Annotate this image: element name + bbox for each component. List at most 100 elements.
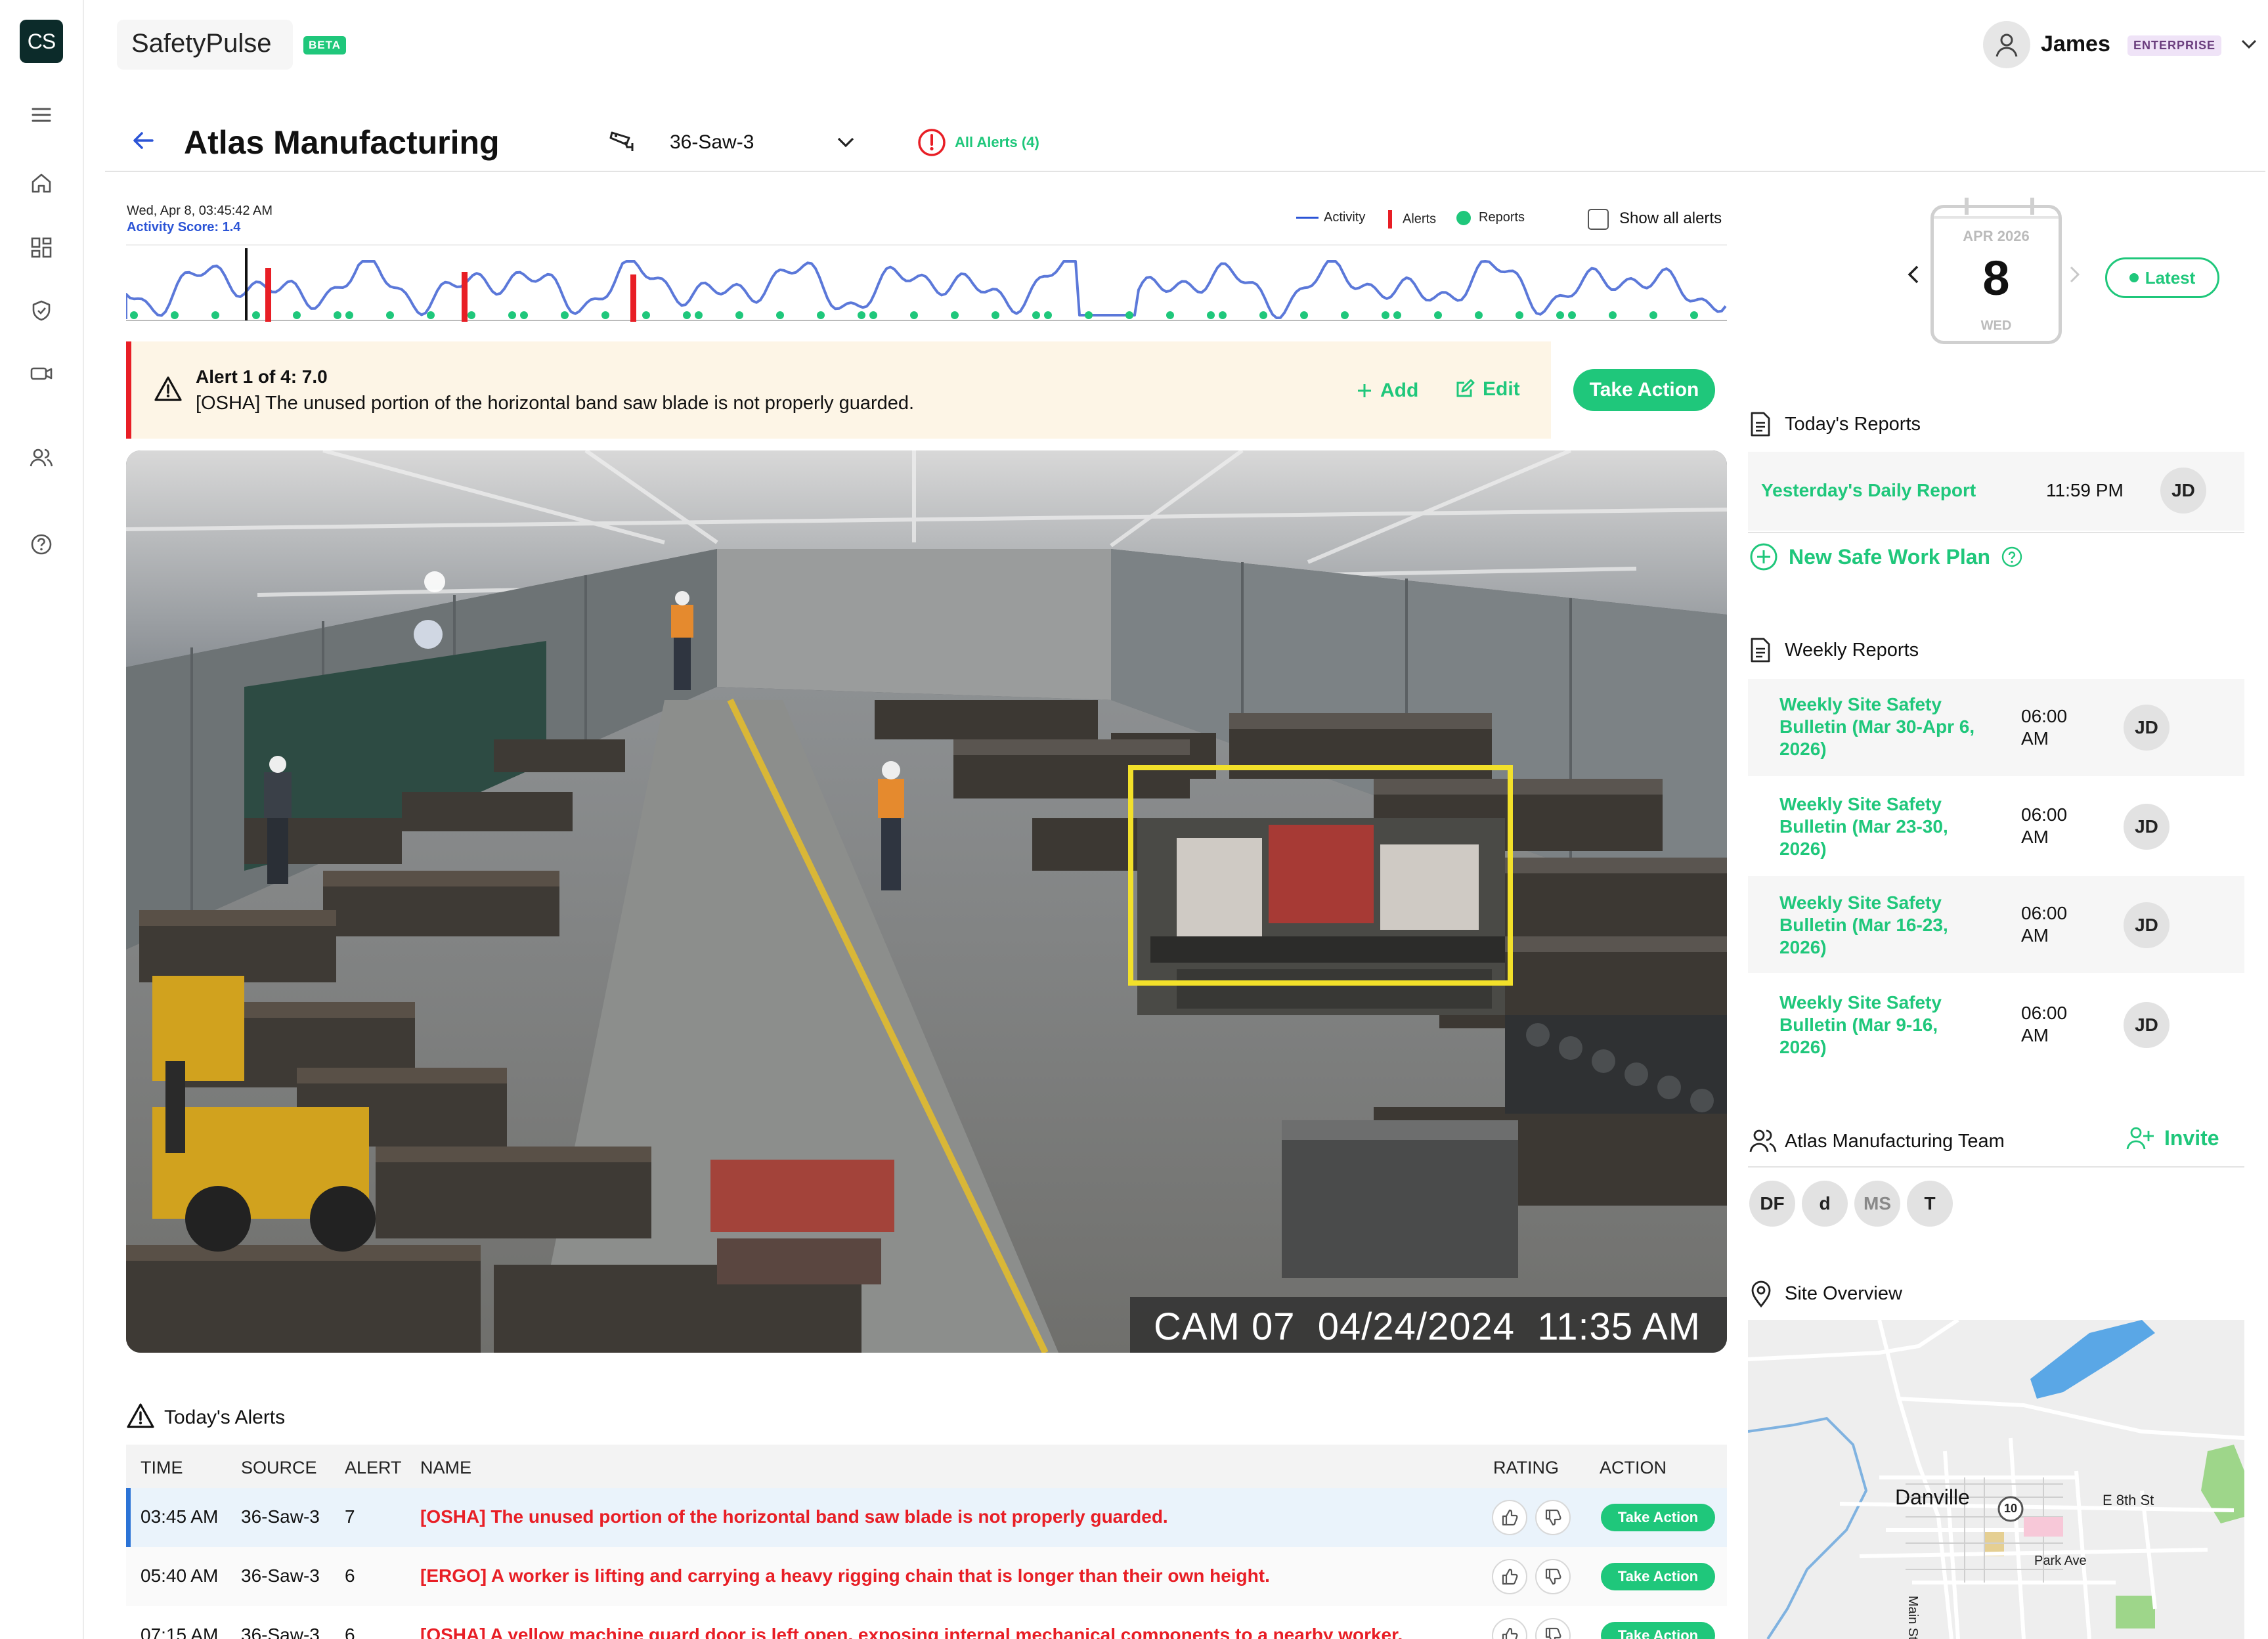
legend-reports-label: Reports	[1479, 210, 1525, 225]
new-safe-work-plan-button[interactable]: New Safe Work Plan	[1749, 542, 2023, 571]
timeline-alert-mark	[462, 272, 468, 322]
timeline-report-dot	[508, 311, 516, 319]
author-avatar[interactable]: JD	[2124, 1002, 2170, 1048]
row-source: 36-Saw-3	[241, 1565, 320, 1586]
document-icon	[1749, 411, 1772, 437]
alert-banner-title: Alert 1 of 4: 7.0	[196, 366, 328, 387]
help-icon[interactable]	[2001, 546, 2023, 568]
report-link[interactable]: Weekly Site Safety Bulletin (Mar 30-Apr 6…	[1779, 693, 1974, 760]
col-source[interactable]: SOURCE	[241, 1458, 317, 1478]
report-row[interactable]: Yesterday's Daily Report 11:59 PM JD	[1748, 452, 2244, 531]
timeline-report-dot	[171, 311, 179, 319]
author-avatar[interactable]: JD	[2124, 902, 2170, 948]
report-link[interactable]: Yesterday's Daily Report	[1761, 479, 1976, 502]
user-avatar[interactable]	[1983, 21, 2030, 68]
thumbs-up-icon[interactable]	[1492, 1500, 1527, 1535]
map-street-label: Main St	[1906, 1596, 1920, 1639]
show-all-alerts-label[interactable]: Show all alerts	[1619, 209, 1722, 228]
thumbs-down-icon[interactable]	[1535, 1618, 1571, 1639]
timeline-report-dot	[817, 311, 825, 319]
table-row[interactable]: 05:40 AM 36-Saw-3 6 [ERGO] A worker is l…	[126, 1547, 1727, 1606]
report-row[interactable]: Weekly Site Safety Bulletin (Mar 30-Apr 6…	[1748, 679, 2244, 776]
camera-select-value[interactable]: 36-Saw-3	[670, 131, 754, 154]
team-member-avatar[interactable]: T	[1907, 1181, 1953, 1227]
brand-name[interactable]: SafetyPulse	[131, 29, 271, 58]
add-note-button[interactable]: Add	[1355, 380, 1418, 402]
row-source: 36-Saw-3	[241, 1506, 320, 1527]
user-name[interactable]: James	[2041, 32, 2110, 57]
menu-icon[interactable]	[25, 98, 58, 131]
map-graphic	[1748, 1320, 2244, 1639]
plan-badge: ENTERPRISE	[2127, 35, 2222, 56]
report-row[interactable]: Weekly Site Safety Bulletin (Mar 23-30, 20…	[1748, 779, 2244, 875]
timeline-report-dot	[1219, 311, 1227, 319]
camera-select-chevron-icon[interactable]	[835, 131, 856, 152]
camera-feed[interactable]: CAM 07 04/24/2024 11:35 AM	[126, 450, 1727, 1353]
take-action-button[interactable]: Take Action	[1601, 1563, 1715, 1590]
activity-timeline[interactable]	[126, 247, 1727, 324]
next-day-chevron-icon[interactable]	[2067, 264, 2083, 285]
thumbs-up-icon[interactable]	[1492, 1559, 1527, 1594]
take-action-button[interactable]: Take Action	[1601, 1504, 1715, 1531]
map-street-label: Park Ave	[2034, 1554, 2087, 1568]
latest-button[interactable]: Latest	[2105, 257, 2219, 298]
report-row[interactable]: Weekly Site Safety Bulletin (Mar 9-16, 202…	[1748, 976, 2244, 1073]
team-member-avatar[interactable]: DF	[1749, 1181, 1795, 1227]
col-time[interactable]: TIME	[141, 1458, 183, 1478]
col-name[interactable]: NAME	[420, 1458, 471, 1478]
sidebar: CS	[0, 0, 84, 1639]
home-icon[interactable]	[25, 167, 58, 200]
timeline-report-dot	[561, 311, 569, 319]
dashboard-icon[interactable]	[25, 231, 58, 264]
author-avatar[interactable]: JD	[2124, 705, 2170, 751]
thumbs-up-icon[interactable]	[1492, 1618, 1527, 1639]
timeline-report-dot	[211, 311, 219, 319]
report-link[interactable]: Weekly Site Safety Bulletin (Mar 16-23, 20…	[1779, 892, 1948, 959]
invite-button[interactable]: Invite	[2125, 1124, 2219, 1152]
row-alert-name[interactable]: [ERGO] A worker is lifting and carrying …	[420, 1565, 1270, 1586]
team-member-avatar[interactable]: d	[1802, 1181, 1848, 1227]
row-alert-name[interactable]: [OSHA] The unused portion of the horizon…	[420, 1506, 1168, 1527]
camera-icon[interactable]	[25, 357, 58, 390]
author-avatar[interactable]: JD	[2124, 804, 2170, 850]
thumbs-down-icon[interactable]	[1535, 1500, 1571, 1535]
timeline-report-dot	[1341, 311, 1349, 319]
calendar-header-line	[1934, 216, 2059, 219]
show-all-alerts-checkbox[interactable]	[1588, 209, 1609, 230]
report-link[interactable]: Weekly Site Safety Bulletin (Mar 23-30, 20…	[1779, 793, 1948, 860]
row-alert-name[interactable]: [OSHA] A yellow machine guard door is le…	[420, 1625, 1403, 1639]
timeline-report-dot	[468, 311, 475, 319]
take-action-button[interactable]: Take Action	[1601, 1622, 1715, 1639]
timeline-report-dot	[1690, 311, 1698, 319]
edit-icon	[1456, 379, 1475, 397]
alert-circle-icon[interactable]	[917, 127, 947, 158]
timeline-report-dot	[1382, 311, 1389, 319]
edit-label: Edit	[1483, 378, 1520, 400]
app-logo[interactable]: CS	[20, 20, 63, 63]
table-row[interactable]: 03:45 AM 36-Saw-3 7 [OSHA] The unused po…	[126, 1488, 1727, 1547]
site-map[interactable]: Danville 10 E 8th St Park Ave Main St	[1748, 1320, 2244, 1639]
table-row[interactable]: 07:15 AM 36-Saw-3 6 [OSHA] A yellow mach…	[126, 1606, 1727, 1639]
users-icon[interactable]	[25, 441, 58, 474]
alert-banner	[126, 341, 1551, 439]
calendar-widget[interactable]: APR 2026 8 WED	[1930, 198, 2062, 344]
back-arrow-icon[interactable]	[130, 127, 156, 154]
team-member-avatar[interactable]: MS	[1854, 1181, 1900, 1227]
all-alerts-link[interactable]: All Alerts (4)	[955, 134, 1039, 151]
timeline-report-dot	[520, 311, 528, 319]
report-row[interactable]: Weekly Site Safety Bulletin (Mar 16-23, 20…	[1748, 876, 2244, 973]
author-avatar[interactable]: JD	[2160, 468, 2206, 514]
shield-icon[interactable]	[25, 294, 58, 327]
location-pin-icon	[1749, 1279, 1773, 1308]
report-link[interactable]: Weekly Site Safety Bulletin (Mar 9-16, 202…	[1779, 992, 1942, 1059]
prev-day-chevron-icon[interactable]	[1904, 263, 1923, 286]
legend-reports: Reports	[1456, 210, 1525, 225]
user-menu-chevron-icon[interactable]	[2239, 34, 2259, 54]
take-action-button[interactable]: Take Action	[1573, 369, 1715, 411]
timeline-report-dot	[334, 311, 341, 319]
timeline-report-dot	[1393, 311, 1401, 319]
thumbs-down-icon[interactable]	[1535, 1559, 1571, 1594]
help-icon[interactable]	[25, 528, 58, 561]
col-alert[interactable]: ALERT	[345, 1458, 402, 1478]
edit-alert-button[interactable]: Edit	[1454, 378, 1520, 401]
